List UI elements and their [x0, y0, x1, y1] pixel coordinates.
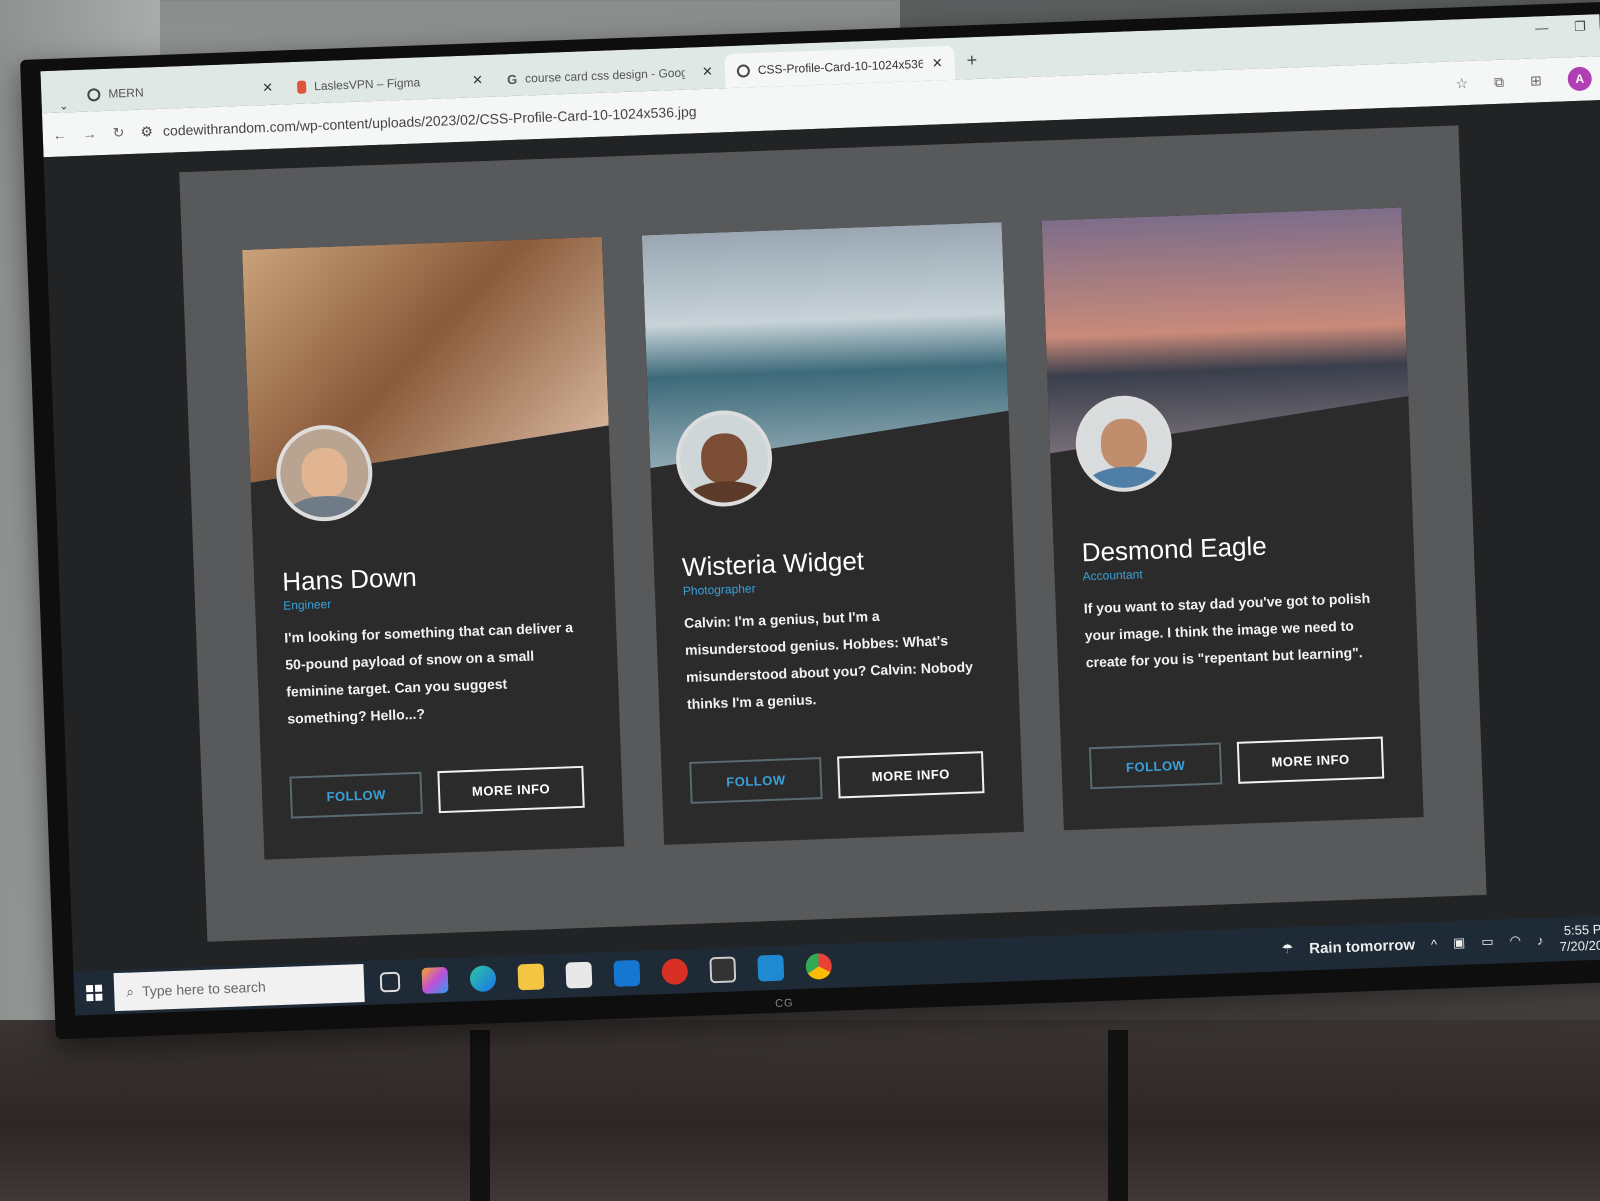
avatar-face: [700, 433, 748, 484]
forward-icon[interactable]: →: [82, 125, 97, 142]
monitor-stand-leg-left: [470, 1030, 490, 1201]
bookmark-star-icon[interactable]: ☆: [1455, 74, 1468, 91]
screen: ⌄ MERN ✕ LaslesVPN – Figma ✕ G course ca…: [40, 14, 1600, 1016]
profile-name: Hans Down: [281, 561, 418, 597]
volume-icon[interactable]: ♪: [1537, 932, 1544, 947]
reload-icon[interactable]: ↻: [112, 124, 124, 141]
tab-label: MERN: [108, 85, 144, 101]
profile-role: Engineer: [282, 596, 332, 613]
follow-button[interactable]: FOLLOW: [1088, 742, 1223, 790]
globe-icon: [736, 63, 751, 78]
globe-icon: [87, 87, 101, 102]
vscode-icon[interactable]: [757, 954, 785, 982]
copilot-icon[interactable]: [421, 966, 449, 994]
terminal-icon[interactable]: [709, 956, 737, 984]
profile-role: Accountant: [1082, 567, 1143, 584]
battery-icon[interactable]: ▭: [1481, 934, 1494, 950]
chevron-up-icon[interactable]: ^: [1431, 936, 1438, 951]
weather-text[interactable]: Rain tomorrow: [1309, 936, 1415, 957]
windows-logo-icon: [85, 984, 103, 1002]
minimize-icon[interactable]: —: [1535, 20, 1549, 36]
tab-label: CSS-Profile-Card-10-1024x536: [757, 56, 924, 77]
wifi-icon[interactable]: ◠: [1509, 933, 1521, 949]
outlook-icon[interactable]: [613, 959, 641, 987]
start-button[interactable]: [73, 970, 115, 1015]
profile-card: Wisteria Widget Photographer Calvin: I'm…: [641, 222, 1024, 845]
profile-bio: If you want to stay dad you've got to po…: [1083, 589, 1371, 671]
avatar-face: [300, 447, 349, 499]
monitor-brand-logo: CG: [774, 997, 794, 1010]
extension-icon[interactable]: ⧉: [1494, 73, 1505, 90]
google-icon: G: [506, 71, 518, 87]
restore-icon[interactable]: ❐: [1574, 19, 1586, 35]
follow-button[interactable]: FOLLOW: [689, 757, 823, 804]
close-tab-icon[interactable]: ✕: [702, 64, 713, 80]
address-bar[interactable]: ⚙ codewithrandom.com/wp-content/uploads/…: [140, 103, 697, 140]
close-tab-icon[interactable]: ✕: [932, 55, 943, 71]
page-content: Hans Down Engineer I'm looking for somet…: [43, 100, 1600, 972]
store-icon[interactable]: [565, 961, 593, 989]
system-tray: ☂ Rain tomorrow ^ ▣ ▭ ◠ ♪ 5:55 PM 7/20/2…: [1281, 920, 1600, 965]
search-icon: ⌕: [125, 982, 135, 1000]
more-info-button[interactable]: MORE INFO: [1236, 736, 1385, 784]
tab-label: course card css design - Google: [524, 65, 686, 86]
profile-avatar[interactable]: A: [1567, 66, 1593, 92]
file-explorer-icon[interactable]: [517, 963, 545, 991]
tab-label: LaslesVPN – Figma: [313, 75, 421, 94]
clock[interactable]: 5:55 PM 7/20/2025: [1559, 921, 1600, 955]
avatar-face: [1100, 418, 1148, 470]
window-controls: — ❐: [1535, 19, 1586, 37]
profile-bio: Calvin: I'm a genius, but I'm a misunder…: [683, 607, 974, 712]
back-icon[interactable]: ←: [52, 126, 67, 143]
weather-icon[interactable]: ☂: [1281, 941, 1293, 957]
extensions-puzzle-icon[interactable]: ⊞: [1530, 72, 1542, 89]
new-tab-button[interactable]: +: [954, 49, 990, 79]
close-tab-icon[interactable]: ✕: [262, 80, 273, 96]
more-info-button[interactable]: MORE INFO: [837, 751, 985, 799]
profile-role: Photographer: [682, 581, 756, 599]
site-info-icon[interactable]: ⚙: [140, 123, 153, 140]
follow-button[interactable]: FOLLOW: [289, 771, 423, 819]
profile-name: Desmond Eagle: [1081, 530, 1268, 568]
profile-card: Hans Down Engineer I'm looking for somet…: [242, 236, 625, 860]
profile-name: Wisteria Widget: [681, 545, 865, 583]
monitor: ⌄ MERN ✕ LaslesVPN – Figma ✕ G course ca…: [20, 1, 1600, 1040]
edge-icon[interactable]: [469, 965, 497, 993]
mail-icon[interactable]: [661, 958, 689, 986]
taskbar-apps: [379, 952, 833, 996]
clock-time: 5:55 PM: [1563, 921, 1600, 939]
search-placeholder: Type here to search: [141, 978, 267, 1000]
monitor-stand-leg-right: [1108, 1030, 1128, 1201]
floor-background: [0, 1020, 1600, 1201]
clock-date: 7/20/2025: [1559, 937, 1600, 955]
toolbar-actions: ☆ ⧉ ⊞ A: [1455, 66, 1593, 95]
task-view-icon[interactable]: [379, 971, 401, 993]
taskbar-search-box[interactable]: ⌕ Type here to search: [113, 964, 365, 1012]
tab-search-dropdown-icon[interactable]: ⌄: [51, 99, 75, 113]
profile-bio: I'm looking for something that can deliv…: [284, 619, 574, 727]
meet-icon[interactable]: ▣: [1453, 935, 1466, 951]
profile-card: Desmond Eagle Accountant If you want to …: [1041, 207, 1424, 831]
more-info-button[interactable]: MORE INFO: [437, 765, 585, 814]
close-tab-icon[interactable]: ✕: [472, 72, 483, 88]
figma-icon: [296, 80, 307, 94]
chrome-icon[interactable]: [805, 952, 833, 980]
url-text: codewithrandom.com/wp-content/uploads/20…: [162, 103, 697, 139]
profile-cards-image: Hans Down Engineer I'm looking for somet…: [179, 125, 1487, 942]
